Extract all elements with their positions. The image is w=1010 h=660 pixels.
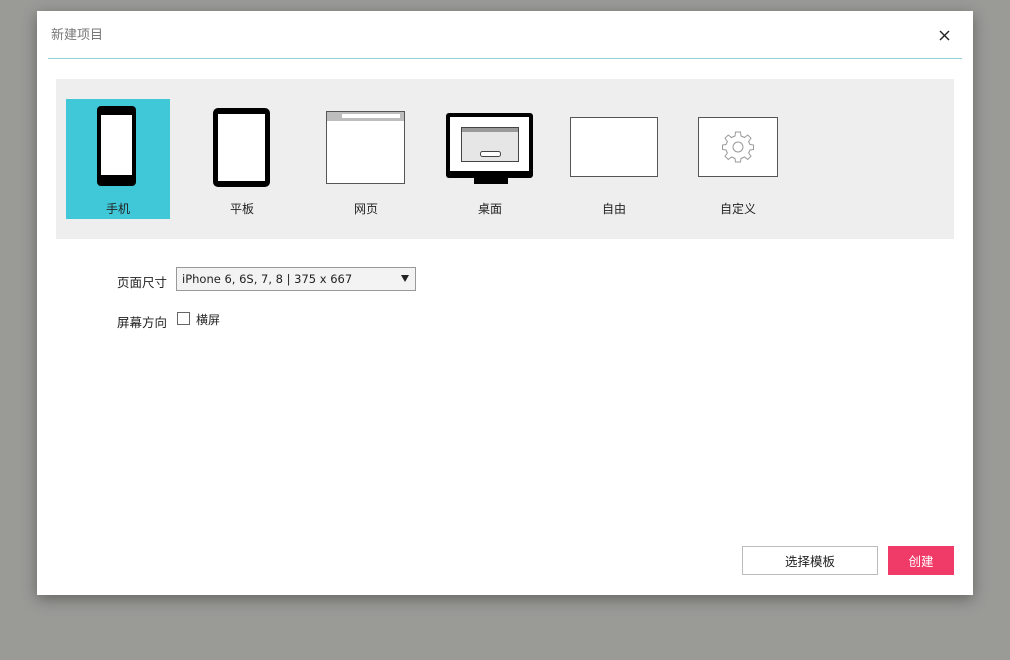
page-size-value: iPhone 6, 6S, 7, 8 | 375 x 667 bbox=[182, 272, 353, 286]
desktop-icon bbox=[446, 113, 533, 184]
page-size-select[interactable]: iPhone 6, 6S, 7, 8 | 375 x 667 bbox=[176, 267, 416, 291]
webpage-icon bbox=[326, 111, 405, 184]
chevron-down-icon bbox=[401, 275, 409, 282]
device-type-custom[interactable]: 自定义 bbox=[686, 99, 790, 219]
title-divider bbox=[48, 58, 962, 59]
device-type-label: 手机 bbox=[105, 202, 130, 216]
tablet-icon bbox=[213, 108, 270, 187]
orientation-label: 屏幕方向 bbox=[117, 315, 168, 330]
device-type-phone[interactable]: 手机 bbox=[66, 99, 170, 219]
dialog-title: 新建项目 bbox=[51, 28, 104, 43]
device-type-free[interactable]: 自由 bbox=[562, 99, 666, 219]
device-type-label: 自定义 bbox=[719, 202, 756, 216]
device-type-label: 平板 bbox=[229, 202, 254, 216]
new-project-dialog: 新建项目 手机 平板 网页 桌面 自由 自定义 页面尺寸 iPhone 6, 6… bbox=[37, 11, 973, 595]
landscape-checkbox[interactable] bbox=[177, 312, 190, 325]
create-button[interactable]: 创建 bbox=[888, 546, 954, 575]
device-type-panel: 手机 平板 网页 桌面 自由 自定义 bbox=[56, 79, 954, 239]
device-type-label: 桌面 bbox=[477, 202, 502, 216]
select-template-button[interactable]: 选择模板 bbox=[742, 546, 878, 575]
custom-canvas-icon bbox=[698, 117, 778, 177]
phone-icon bbox=[97, 106, 136, 186]
page-size-label: 页面尺寸 bbox=[117, 275, 168, 290]
device-type-tablet[interactable]: 平板 bbox=[190, 99, 294, 219]
device-type-label: 网页 bbox=[353, 202, 378, 216]
landscape-checkbox-label[interactable]: 横屏 bbox=[196, 311, 220, 328]
free-canvas-icon bbox=[570, 117, 658, 177]
device-type-label: 自由 bbox=[601, 202, 626, 216]
device-type-webpage[interactable]: 网页 bbox=[314, 99, 418, 219]
device-type-desktop[interactable]: 桌面 bbox=[438, 99, 542, 219]
close-icon[interactable] bbox=[935, 25, 955, 45]
